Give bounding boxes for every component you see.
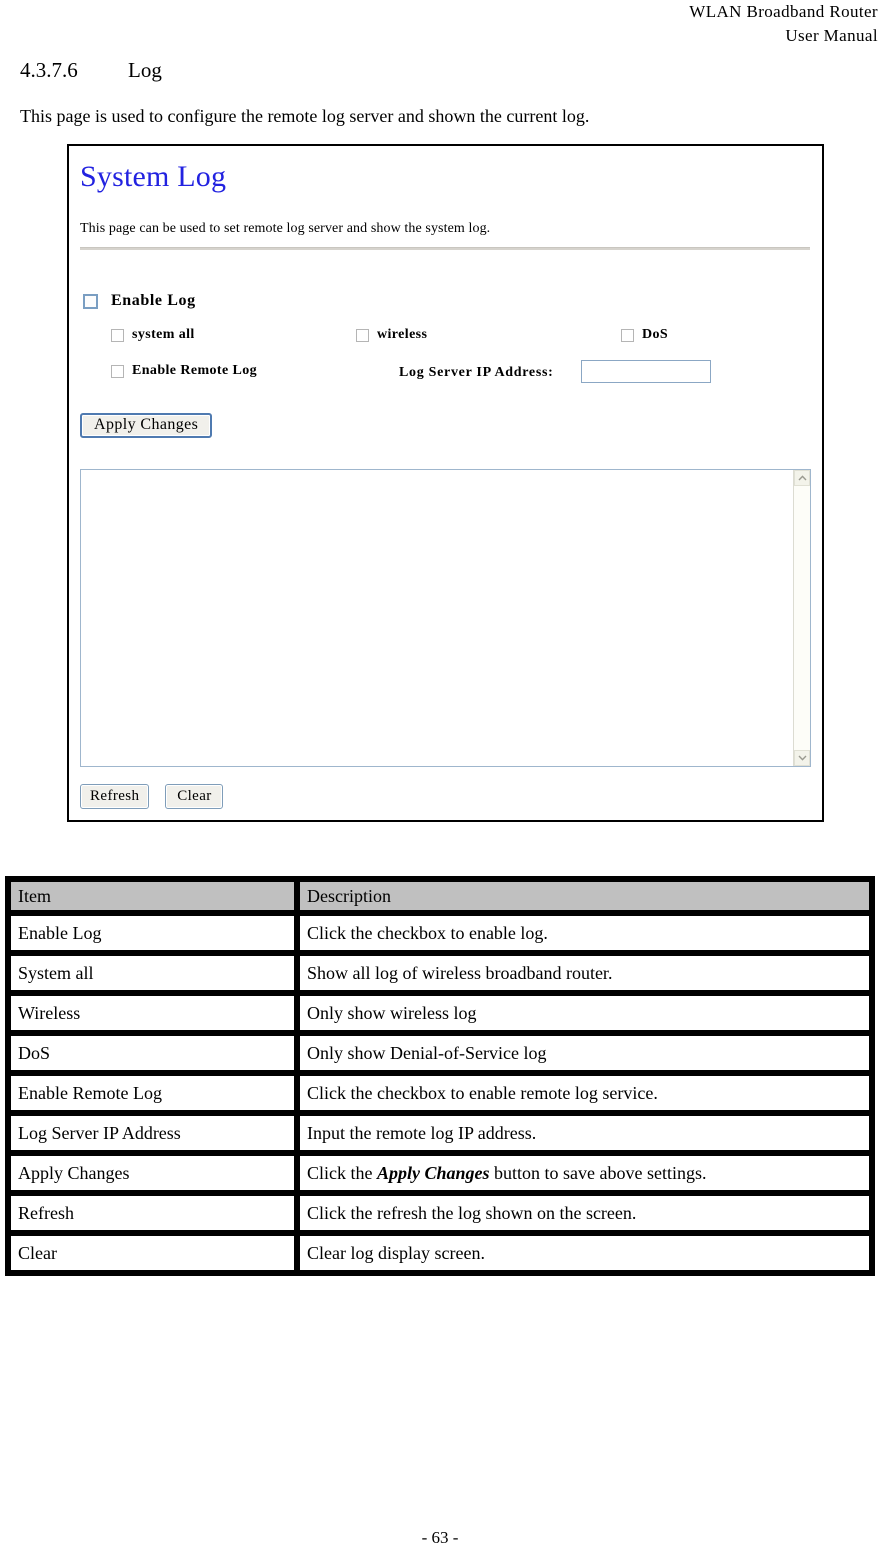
enable-remote-log-label: Enable Remote Log xyxy=(132,363,258,378)
filter-wireless[interactable]: wireless xyxy=(356,327,427,343)
intro-paragraph: This page is used to configure the remot… xyxy=(20,106,590,126)
log-filter-row: system all wireless DoS xyxy=(111,327,811,347)
desc-post: button to save above settings. xyxy=(489,1163,707,1183)
log-scrollbar-track[interactable] xyxy=(794,486,810,750)
clear-button[interactable]: Clear xyxy=(165,784,224,809)
table-row: Apply Changes Click the Apply Changes bu… xyxy=(8,1153,872,1193)
enable-log-checkbox[interactable] xyxy=(83,293,98,309)
dos-label: DoS xyxy=(642,327,669,342)
log-scrollbar[interactable] xyxy=(793,470,810,766)
section-number: 4.3.7.6 xyxy=(20,58,78,82)
table-row: Wireless Only show wireless log xyxy=(8,993,872,1033)
table-cell-description: Click the Apply Changes button to save a… xyxy=(297,1153,872,1193)
table-row: Refresh Click the refresh the log shown … xyxy=(8,1193,872,1233)
table-cell-item: System all xyxy=(8,953,297,993)
enable-log-label: Enable Log xyxy=(111,292,196,309)
table-cell-description: Click the checkbox to enable log. xyxy=(297,913,872,953)
table-row: System all Show all log of wireless broa… xyxy=(8,953,872,993)
table-row: Enable Remote Log Click the checkbox to … xyxy=(8,1073,872,1113)
remote-log-row: Enable Remote Log Log Server IP Address: xyxy=(111,360,811,388)
table-cell-item: Wireless xyxy=(8,993,297,1033)
table-cell-item: Refresh xyxy=(8,1193,297,1233)
log-server-ip-label: Log Server IP Address: xyxy=(399,365,554,380)
table-header-item: Item xyxy=(8,879,297,913)
table-cell-item: Clear xyxy=(8,1233,297,1273)
log-action-buttons: Refresh Clear xyxy=(80,784,224,809)
dos-checkbox[interactable] xyxy=(621,328,634,342)
desc-emphasis: Apply Changes xyxy=(377,1163,490,1183)
table-header-description: Description xyxy=(297,879,872,913)
table-cell-description: Only show wireless log xyxy=(297,993,872,1033)
table-cell-item: DoS xyxy=(8,1033,297,1073)
enable-log-row: Enable Log xyxy=(83,292,196,310)
system-all-label: system all xyxy=(132,327,195,342)
table-row: Log Server IP Address Input the remote l… xyxy=(8,1113,872,1153)
table-cell-item: Apply Changes xyxy=(8,1153,297,1193)
log-server-ip-input[interactable] xyxy=(581,360,711,383)
enable-remote-log-group[interactable]: Enable Remote Log xyxy=(111,363,257,379)
table-cell-description: Click the checkbox to enable remote log … xyxy=(297,1073,872,1113)
chevron-up-icon[interactable] xyxy=(794,470,810,486)
chevron-down-icon[interactable] xyxy=(794,750,810,766)
table-row: Clear Clear log display screen. xyxy=(8,1233,872,1273)
header-line-doctype: User Manual xyxy=(785,26,878,45)
table-cell-item: Log Server IP Address xyxy=(8,1113,297,1153)
system-all-checkbox[interactable] xyxy=(111,328,124,342)
header-line-product: WLAN Broadband Router xyxy=(689,2,878,21)
refresh-button[interactable]: Refresh xyxy=(80,784,150,809)
table-cell-description: Input the remote log IP address. xyxy=(297,1113,872,1153)
table-row: DoS Only show Denial-of-Service log xyxy=(8,1033,872,1073)
table-header-row: Item Description xyxy=(8,879,872,913)
section-title: Log xyxy=(128,58,162,82)
table-cell-item: Enable Log xyxy=(8,913,297,953)
log-display-area[interactable] xyxy=(80,469,811,767)
table-cell-description: Click the refresh the log shown on the s… xyxy=(297,1193,872,1233)
section-heading: 4.3.7.6 Log xyxy=(20,56,720,84)
table-cell-description: Only show Denial-of-Service log xyxy=(297,1033,872,1073)
enable-remote-log-checkbox[interactable] xyxy=(111,364,124,378)
page-description: This page can be used to set remote log … xyxy=(80,221,491,236)
desc-pre: Click the xyxy=(307,1163,377,1183)
system-log-page: System Log This page can be used to set … xyxy=(69,146,822,820)
wireless-checkbox[interactable] xyxy=(356,328,369,342)
wireless-label: wireless xyxy=(377,327,428,342)
page-title: System Log xyxy=(80,160,227,193)
table-row: Enable Log Click the checkbox to enable … xyxy=(8,913,872,953)
filter-system-all[interactable]: system all xyxy=(111,327,195,343)
system-log-screenshot-panel: System Log This page can be used to set … xyxy=(67,144,824,822)
table-cell-item: Enable Remote Log xyxy=(8,1073,297,1113)
divider xyxy=(80,247,810,250)
apply-changes-button[interactable]: Apply Changes xyxy=(80,413,213,438)
page-number: - 63 - xyxy=(421,1528,459,1547)
table-cell-description: Show all log of wireless broadband route… xyxy=(297,953,872,993)
document-running-header: WLAN Broadband Router User Manual xyxy=(458,0,878,48)
log-text xyxy=(85,472,790,764)
filter-dos[interactable]: DoS xyxy=(621,327,668,343)
field-description-table: Item Description Enable Log Click the ch… xyxy=(5,876,875,1276)
table-cell-description: Clear log display screen. xyxy=(297,1233,872,1273)
